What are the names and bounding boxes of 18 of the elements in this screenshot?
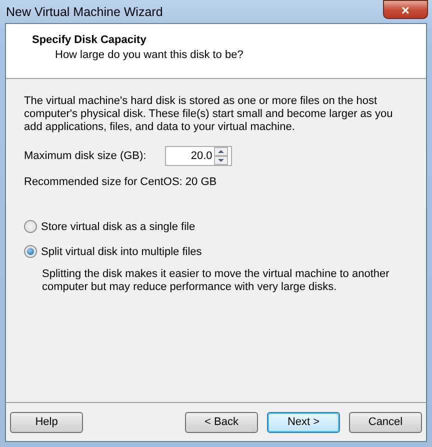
wizard-button[interactable]: Help	[10, 412, 83, 432]
radio-label[interactable]: Store virtual disk as a single file	[41, 220, 196, 232]
disk-size-label: Maximum disk size (GB):	[24, 150, 146, 162]
window-title: New Virtual Machine Wizard	[6, 4, 163, 18]
disk-size-field[interactable]: 20.0	[165, 146, 232, 166]
spinner-icon[interactable]	[214, 147, 228, 165]
option-description: Splitting the disk makes it easier to move the virtual machine to another computer but may reduce performance with very large disks.	[42, 268, 390, 294]
wizard-button[interactable]: Next >	[267, 412, 340, 432]
close-button[interactable]: ×	[383, 0, 428, 19]
wizard-button[interactable]: < Back	[185, 412, 258, 432]
radio-button[interactable]	[24, 245, 37, 258]
recommendation-text: Recommended size for CentOS: 20 GB	[24, 176, 218, 188]
page-title: Specify Disk Capacity	[32, 34, 148, 46]
intro-text: The virtual machine's hard disk is stored as one or more files on the host computer's physical disk. These file(s) start small and become larger as you add applications, files, and data to your virtual machine.	[24, 95, 394, 134]
page-subtitle: How large do you want this disk to be?	[54, 49, 244, 61]
wizard-button[interactable]: Cancel	[349, 412, 422, 432]
radio-button[interactable]	[24, 220, 37, 233]
radio-label[interactable]: Split virtual disk into multiple files	[41, 246, 202, 258]
